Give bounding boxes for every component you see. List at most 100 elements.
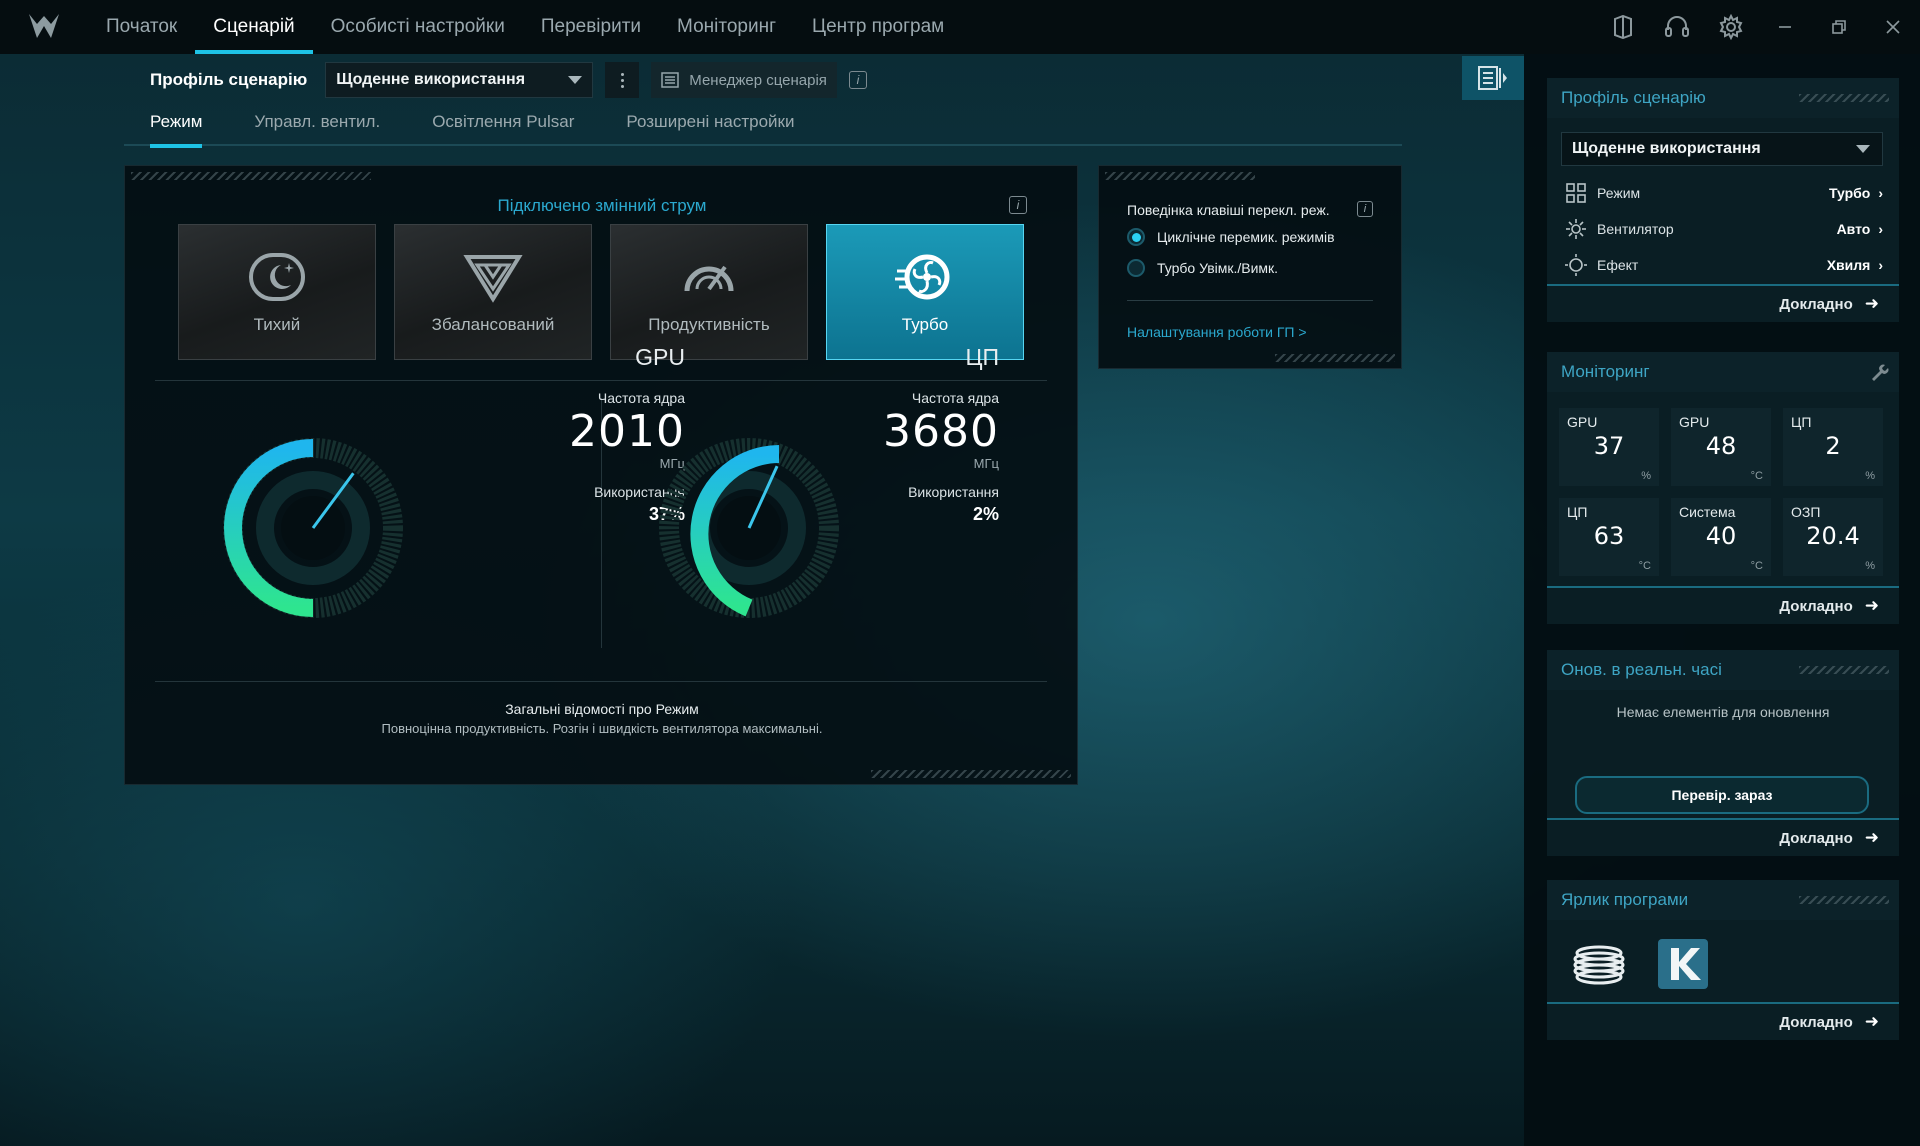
gpu-freq-value: 2010 — [569, 406, 685, 457]
mode-balanced-button[interactable]: Збалансований — [394, 224, 592, 360]
nav-app-center[interactable]: Центр програм — [794, 0, 962, 54]
k-app-icon[interactable] — [1651, 932, 1715, 996]
tile-unit: % — [1865, 470, 1875, 482]
nav-personal-settings[interactable]: Особисті настройки — [313, 0, 523, 54]
sidebar-profile-select-value: Щоденне використання — [1572, 140, 1761, 157]
tab-advanced-settings[interactable]: Розширені настройки — [600, 112, 820, 146]
nav-home[interactable]: Початок — [88, 0, 195, 54]
update-card-title: Онов. в реальн. часі — [1547, 650, 1899, 690]
profile-label: Профіль сценарію — [150, 70, 308, 89]
arrow-right-icon: ➜ — [1864, 1012, 1879, 1031]
arrow-right-icon: ➜ — [1864, 294, 1879, 313]
turbo-fan-icon — [895, 254, 950, 300]
tab-pulsar-lighting[interactable]: Освітлення Pulsar — [406, 112, 600, 146]
tile-unit: °C — [1638, 560, 1651, 572]
headset-icon[interactable] — [1650, 0, 1704, 54]
arrow-right-icon: ➜ — [1864, 596, 1879, 615]
sidebar-row-effect[interactable]: Ефект Хвиля › — [1565, 252, 1883, 278]
mode-quiet-button[interactable]: Тихий — [178, 224, 376, 360]
nav-monitoring[interactable]: Моніторинг — [659, 0, 794, 54]
mode-panel: Підключено змінний струм i Тихий Збаланс… — [124, 165, 1078, 785]
sidebar-row-mode-label: Режим — [1597, 185, 1641, 201]
mode-quiet-label: Тихий — [253, 315, 301, 334]
chevron-down-icon — [568, 76, 583, 84]
tile-value: 2 — [1825, 432, 1841, 460]
balanced-icon — [463, 255, 523, 303]
profile-card: Профіль сценарію Щоденне використання Ре… — [1547, 78, 1899, 322]
list-icon — [661, 72, 680, 88]
app-icon[interactable] — [1596, 0, 1650, 54]
chevron-down-icon — [1856, 145, 1870, 153]
gear-icon[interactable] — [1704, 0, 1758, 54]
info-icon[interactable]: i — [848, 71, 867, 89]
mode-performance-button[interactable]: Продуктивність — [610, 224, 808, 360]
cpu-freq-unit: МГц — [973, 456, 999, 471]
monitor-tile-cpu-temp: ЦП 63 °C — [1559, 498, 1659, 576]
tile-label: ОЗП — [1791, 504, 1821, 520]
app-shortcut-card-more-button[interactable]: Докладно ➜ — [1547, 1002, 1899, 1040]
speedometer-icon — [684, 265, 734, 292]
sidebar-profile-select[interactable]: Щоденне використання — [1561, 132, 1883, 166]
monitoring-card-title: Моніторинг — [1547, 352, 1899, 392]
monitoring-card: Моніторинг GPU 37 % GPU 48 °C ЦП 2 % ЦП … — [1547, 352, 1899, 624]
nav-scenario[interactable]: Сценарій — [195, 0, 314, 54]
tab-mode[interactable]: Режим — [124, 112, 228, 148]
nav-check[interactable]: Перевірити — [523, 0, 659, 54]
monitor-tiles: GPU 37 % GPU 48 °C ЦП 2 % ЦП 63 °C Систе… — [1559, 408, 1883, 576]
gpu-usage-gauge — [223, 438, 403, 618]
app-shortcut-card-more-label: Докладно — [1779, 1013, 1853, 1031]
mode-turbo-button[interactable]: Турбо — [826, 224, 1024, 360]
minimize-icon[interactable] — [1758, 0, 1812, 54]
mode-info-icon[interactable]: i — [1009, 196, 1027, 214]
wrench-icon[interactable] — [1869, 362, 1889, 387]
tile-value: 48 — [1705, 432, 1737, 460]
cpu-freq-label: Частота ядра — [911, 390, 999, 406]
tile-label: Система — [1679, 504, 1736, 520]
tile-label: GPU — [1567, 414, 1598, 430]
tab-fan-control[interactable]: Управл. вентил. — [228, 112, 406, 146]
scenario-manager-label: Менеджер сценарія — [689, 71, 827, 89]
monitor-tile-ram-usage: ОЗП 20.4 % — [1783, 498, 1883, 576]
monitoring-card-more-button[interactable]: Докладно ➜ — [1547, 586, 1899, 624]
app-shortcut-card-title-text: Ярлик програми — [1561, 890, 1689, 909]
coil-app-icon[interactable] — [1567, 932, 1631, 996]
gpu-settings-link[interactable]: Налаштування роботи ГП > — [1127, 324, 1307, 340]
radio-button[interactable] — [1127, 228, 1145, 246]
restore-icon[interactable] — [1812, 0, 1866, 54]
monitor-tile-system-temp: Система 40 °C — [1671, 498, 1771, 576]
tile-value: 20.4 — [1806, 522, 1860, 550]
scenario-manager-button[interactable]: Менеджер сценарія — [651, 62, 837, 98]
sidebar-row-mode-value: Турбо — [1828, 185, 1871, 201]
profile-select[interactable]: Щоденне використання — [325, 62, 594, 98]
update-card-more-button[interactable]: Докладно ➜ — [1547, 818, 1899, 856]
profile-card-title: Профіль сценарію — [1547, 78, 1899, 118]
profile-row: Профіль сценарію Щоденне використання Ме… — [150, 62, 867, 98]
check-now-button[interactable]: Перевір. зараз — [1575, 776, 1869, 814]
update-card: Онов. в реальн. часі Немає елементів для… — [1547, 650, 1899, 856]
cpu-title: ЦП — [965, 344, 999, 370]
radio-button[interactable] — [1127, 259, 1145, 277]
key-behavior-panel: Поведінка клавіші перекл. реж. i Циклічн… — [1098, 165, 1402, 369]
no-updates-text: Немає елементів для оновлення — [1616, 704, 1830, 720]
tile-unit: °C — [1750, 560, 1763, 572]
sidebar-row-fan[interactable]: Вентилятор Авто › — [1565, 216, 1883, 242]
key-behavior-info-icon[interactable]: i — [1357, 201, 1373, 217]
close-icon[interactable] — [1866, 0, 1920, 54]
profile-card-more-button[interactable]: Докладно ➜ — [1547, 284, 1899, 322]
tile-value: 37 — [1593, 432, 1625, 460]
window-controls — [1596, 0, 1920, 54]
collapse-sidebar-icon[interactable] — [1462, 56, 1524, 100]
app-shortcut-card: Ярлик програми Докладно ➜ — [1547, 880, 1899, 1040]
main-nav: Початок Сценарій Особисті настройки Пере… — [88, 0, 962, 54]
more-options-icon[interactable] — [605, 62, 640, 98]
sidebar-row-effect-value: Хвиля — [1826, 257, 1871, 273]
mode-summary-text: Повноцінна продуктивність. Розгін і швид… — [381, 721, 823, 736]
option-turbo-toggle[interactable]: Турбо Увімк./Вимк. — [1127, 259, 1278, 277]
sidebar-row-mode[interactable]: Режим Турбо › — [1565, 180, 1883, 206]
monitor-tile-gpu-usage: GPU 37 % — [1559, 408, 1659, 486]
monitoring-card-more-label: Докладно — [1779, 597, 1853, 615]
tile-value: 40 — [1705, 522, 1737, 550]
predator-logo-icon[interactable] — [0, 0, 88, 54]
option-cycle-modes[interactable]: Циклічне перемик. режимів — [1127, 228, 1335, 246]
mode-performance-label: Продуктивність — [648, 315, 770, 334]
